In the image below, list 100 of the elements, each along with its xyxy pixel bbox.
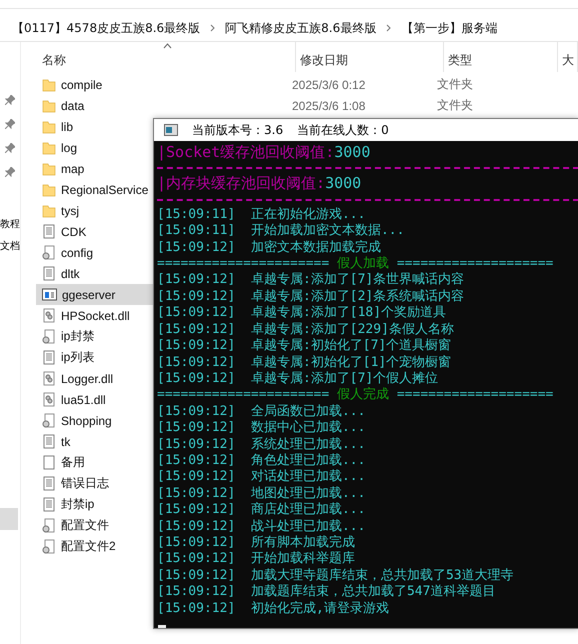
breadcrumb-item[interactable]: 【第一步】服务端 bbox=[401, 20, 498, 36]
file-name: ip列表 bbox=[61, 349, 94, 366]
setting-label: |内存块缓存池回收阈值: bbox=[157, 175, 326, 192]
section-title: 假人加载 bbox=[337, 256, 390, 272]
separator-rule: ==================== bbox=[396, 256, 554, 272]
column-header[interactable]: 修改日期 bbox=[296, 42, 444, 72]
log-time: [15:09:12] bbox=[157, 240, 236, 256]
log-time: [15:09:12] bbox=[157, 354, 236, 371]
folder-icon bbox=[42, 204, 56, 218]
separator-rule: ==================== bbox=[396, 387, 554, 404]
log-time: [15:09:12] bbox=[157, 568, 236, 584]
text-file-icon bbox=[42, 497, 56, 512]
file-row[interactable]: lua51.dll bbox=[36, 389, 153, 410]
text-file-icon bbox=[42, 434, 56, 449]
pin-icon[interactable] bbox=[5, 95, 15, 105]
log-message: 卓越专属:初始化了[7]个道具橱窗 bbox=[250, 338, 452, 354]
log-message: 对话处理已加载... bbox=[250, 469, 366, 486]
separator-rule: ====================== bbox=[157, 256, 330, 272]
file-row[interactable]: 配置文件2 bbox=[36, 536, 153, 557]
file-name: CDK bbox=[61, 224, 86, 238]
file-row[interactable]: tk bbox=[36, 431, 153, 452]
file-name: lib bbox=[61, 120, 74, 134]
log-time: [15:09:12] bbox=[157, 288, 236, 306]
log-time: [15:09:12] bbox=[157, 551, 236, 568]
log-time: [15:09:12] bbox=[157, 469, 236, 486]
file-row[interactable]: 配置文件 bbox=[36, 515, 153, 536]
log-time: [15:09:12] bbox=[157, 534, 236, 552]
file-row[interactable]: RegionalService bbox=[36, 179, 153, 200]
file-row[interactable]: 备用 bbox=[36, 452, 153, 473]
file-row[interactable]: data 2025/3/6 1:08 文件夹 bbox=[36, 95, 537, 116]
log-time: [15:09:12] bbox=[157, 600, 236, 617]
folder-icon bbox=[42, 140, 56, 154]
pin-icon[interactable] bbox=[5, 119, 15, 129]
dll-file-icon bbox=[42, 308, 56, 323]
file-row[interactable]: HPSocket.dll bbox=[36, 305, 153, 326]
file-name: 配置文件 bbox=[61, 517, 109, 534]
file-row[interactable]: tysj bbox=[36, 200, 153, 221]
file-row[interactable]: map bbox=[36, 158, 153, 179]
file-name: data bbox=[61, 98, 84, 112]
gear-file-icon bbox=[42, 329, 56, 344]
log-message: 数据中心已加载... bbox=[250, 420, 366, 437]
console-app-icon bbox=[164, 124, 178, 136]
breadcrumb-item[interactable]: 阿飞精修皮皮五族8.6最终版 bbox=[225, 20, 376, 36]
file-name: config bbox=[61, 246, 94, 260]
file-name: lua51.dll bbox=[61, 392, 106, 406]
breadcrumb-item[interactable]: 【0117】4578皮皮五族8.6最终版 bbox=[12, 20, 200, 36]
file-name: log bbox=[61, 140, 78, 154]
file-row[interactable]: log bbox=[36, 137, 153, 158]
log-time: [15:09:12] bbox=[157, 452, 236, 470]
text-file-icon bbox=[42, 476, 56, 491]
pin-icon[interactable] bbox=[5, 167, 15, 177]
file-row[interactable]: CDK bbox=[36, 221, 153, 242]
nav-item[interactable]: 教程 bbox=[0, 214, 20, 236]
column-header[interactable]: 名称 bbox=[38, 42, 296, 72]
file-name: tk bbox=[61, 434, 70, 448]
log-message: 系统处理已加载... bbox=[250, 436, 366, 453]
file-row[interactable]: compile 2025/3/6 0:12 文件夹 bbox=[36, 74, 537, 95]
file-name: dltk bbox=[61, 266, 80, 280]
column-header[interactable]: 类型 bbox=[444, 42, 558, 72]
file-name: RegionalService bbox=[61, 182, 148, 196]
file-row[interactable]: ggeserver bbox=[36, 284, 153, 305]
log-time: [15:09:12] bbox=[157, 420, 236, 437]
file-name: ip封禁 bbox=[61, 328, 94, 345]
file-date: 2025/3/6 1:08 bbox=[292, 98, 366, 112]
setting-value: 3000 bbox=[325, 175, 362, 192]
log-time: [15:09:12] bbox=[157, 322, 236, 338]
log-message: 卓越专属:添加了[18]个奖励道具 bbox=[250, 305, 446, 322]
file-row[interactable]: 错误日志 bbox=[36, 473, 153, 494]
file-row[interactable]: 封禁ip bbox=[36, 494, 153, 515]
file-row[interactable]: lib bbox=[36, 116, 153, 137]
section-title: 假人完成 bbox=[337, 387, 390, 404]
pin-icon[interactable] bbox=[5, 143, 15, 153]
log-time: [15:09:11] bbox=[157, 223, 236, 240]
file-row[interactable]: Logger.dll bbox=[36, 368, 153, 389]
file-row[interactable]: dltk bbox=[36, 263, 153, 284]
separator-rule: ====================== bbox=[157, 387, 330, 404]
log-message: 所有脚本加载完成 bbox=[250, 534, 355, 551]
file-type: 文件夹 bbox=[437, 76, 474, 93]
log-time: [15:09:12] bbox=[157, 486, 236, 502]
gear-file-icon bbox=[42, 413, 56, 428]
log-time: [15:09:12] bbox=[157, 338, 236, 354]
log-message: 卓越专属:初始化了[1]个宠物橱窗 bbox=[250, 354, 452, 371]
console-title: 当前版本号：3.6 bbox=[192, 122, 284, 139]
file-row[interactable]: Shopping bbox=[36, 410, 153, 431]
chevron-icon bbox=[210, 24, 216, 32]
column-header[interactable]: 大 bbox=[558, 42, 578, 72]
app-icon bbox=[42, 288, 57, 301]
file-row[interactable]: config bbox=[36, 242, 153, 263]
blank-file-icon bbox=[42, 455, 56, 470]
nav-item[interactable]: 文档 bbox=[0, 236, 20, 258]
log-time: [15:09:12] bbox=[157, 404, 236, 420]
file-row[interactable]: ip封禁 bbox=[36, 326, 153, 347]
log-message: 卓越专属:添加了[2]条系统喊话内容 bbox=[250, 288, 464, 305]
log-message: 地图处理已加载... bbox=[250, 486, 366, 502]
file-date: 2025/3/6 0:12 bbox=[292, 78, 366, 92]
text-file-icon bbox=[42, 224, 56, 239]
file-type: 文件夹 bbox=[437, 97, 474, 114]
file-row[interactable]: ip列表 bbox=[36, 347, 153, 368]
setting-value: 3000 bbox=[334, 144, 370, 160]
log-message: 加载大理寺题库结束，总共加载了53道大理寺 bbox=[250, 568, 514, 584]
